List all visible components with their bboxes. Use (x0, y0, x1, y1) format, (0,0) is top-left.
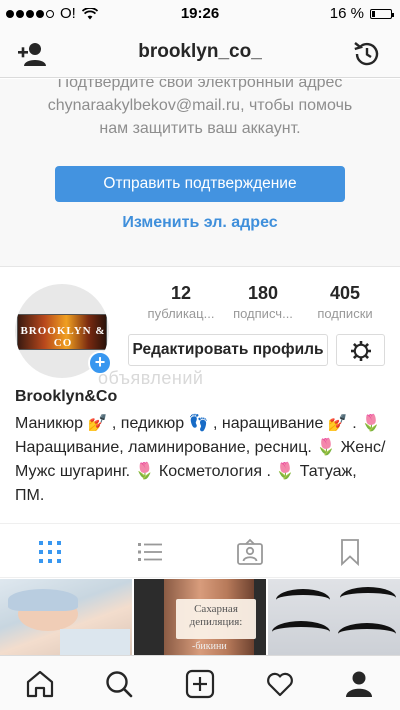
profile-name: Brooklyn&Co (15, 388, 118, 405)
posts-count-value: 12 (170, 283, 192, 303)
thumb-lash (272, 621, 330, 643)
gear-icon (351, 341, 371, 361)
thumb-lash (338, 623, 396, 645)
profile-header: brooklyn_co_ (0, 28, 400, 78)
send-confirmation-button[interactable]: Отправить подтверждение (55, 166, 345, 202)
battery-level-fill (372, 10, 376, 17)
saved-icon[interactable] (336, 538, 364, 566)
following-count-label: подписки (317, 306, 373, 321)
profile-bio: Маникюр 💅 , педикюр 👣 , наращивание 💅 . … (15, 415, 386, 504)
posts-count[interactable]: 12 публикац... (141, 283, 221, 321)
edit-profile-button[interactable]: Редактировать профиль (128, 334, 328, 366)
search-icon[interactable] (104, 669, 134, 699)
followers-count-value: 180 (247, 283, 279, 303)
activity-icon[interactable] (265, 669, 295, 699)
new-post-icon[interactable] (185, 669, 215, 699)
followers-count-label: подписч... (233, 306, 293, 321)
thumb-card: Сахарная депиляция: (176, 599, 256, 639)
profile-section: BROOKLYN & CO + 12 публикац... 180 подпи… (0, 268, 400, 523)
thumb-under-text: -бикини (192, 641, 227, 652)
confirm-email-banner: Подтвердите свой электронный адрес chyna… (0, 79, 400, 267)
page-title: brooklyn_co_ (138, 41, 262, 62)
profile-icon[interactable] (344, 669, 374, 699)
battery-percent: 16 % (329, 5, 364, 22)
tagged-icon[interactable] (236, 538, 264, 566)
bottom-nav (0, 655, 400, 710)
battery-icon (370, 8, 394, 19)
history-icon[interactable] (352, 39, 382, 69)
profile-tabs (0, 523, 400, 578)
thumb-lash (276, 589, 330, 611)
avatar-logo: BROOKLYN & CO (17, 314, 107, 350)
thumb-towel (60, 629, 130, 655)
grid-thumbnail[interactable]: Сахарная депиляция: -бикини (134, 579, 266, 655)
photo-grid: Сахарная депиляция: -бикини (0, 579, 400, 655)
status-bar: O! 19:26 16 % (0, 0, 400, 28)
grid-thumbnail[interactable] (0, 579, 132, 655)
settings-button[interactable] (336, 334, 385, 366)
change-email-link[interactable]: Изменить эл. адрес (0, 214, 400, 232)
watermark: объявлений (98, 368, 204, 388)
list-icon[interactable] (136, 538, 164, 566)
status-right: 16 % (329, 5, 394, 22)
following-count[interactable]: 405 подписки (305, 283, 385, 321)
posts-count-label: публикац... (147, 306, 215, 321)
thumb-card-text: Сахарная депиляция: (189, 603, 243, 628)
home-icon[interactable] (25, 669, 55, 699)
thumb-cap (8, 589, 78, 611)
grid-icon[interactable] (36, 538, 64, 566)
thumb-lash (340, 587, 396, 609)
grid-thumbnail[interactable] (268, 579, 400, 655)
followers-count[interactable]: 180 подписч... (223, 283, 303, 321)
confirm-email-message: Подтвердите свой электронный адрес chyna… (47, 79, 353, 137)
following-count-value: 405 (329, 283, 361, 303)
avatar-logo-text: BROOKLYN & CO (20, 325, 106, 349)
